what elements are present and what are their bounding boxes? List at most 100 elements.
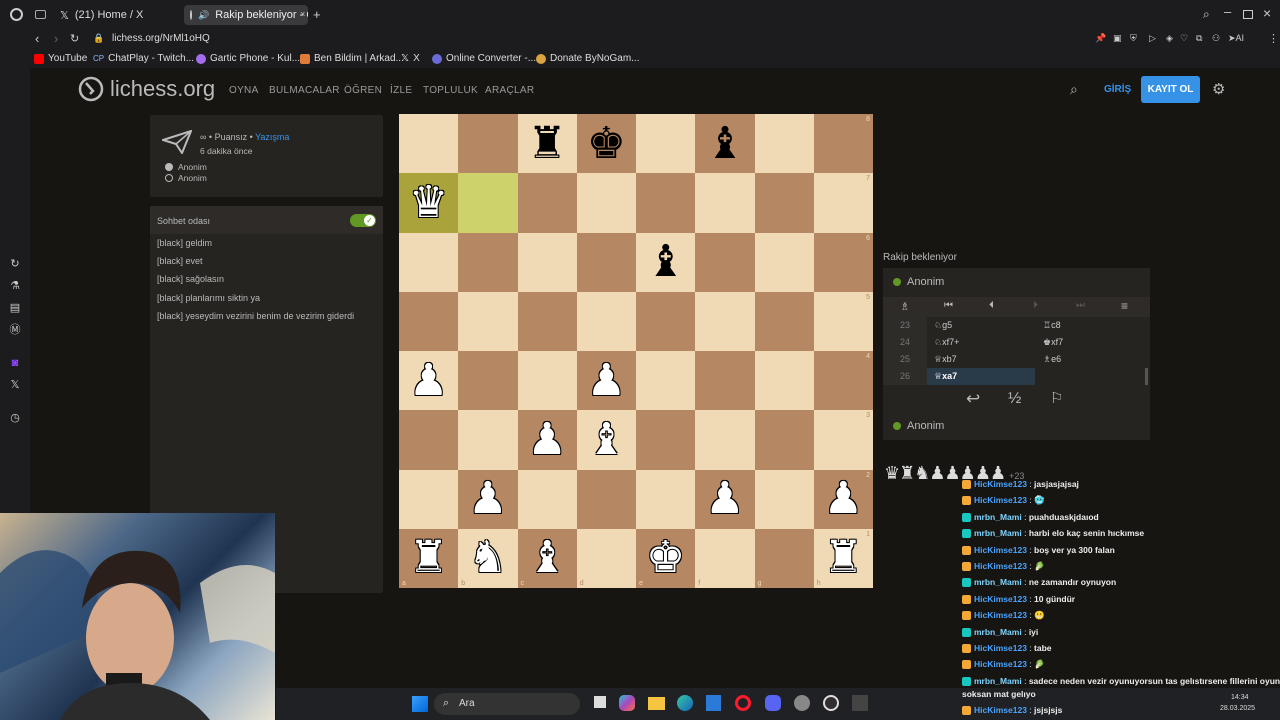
white-pawn-icon[interactable]: ♟ (705, 477, 744, 521)
square-c5[interactable] (517, 291, 577, 351)
square-b6[interactable] (458, 232, 518, 292)
chat-username[interactable]: mrbn_Mami (974, 577, 1022, 587)
chess-board[interactable]: ♜ ♚ ♝ 8 ♛ 7 ♝ 6 5 ♟ ♟ 4 ♟ ♝ 3 ♟ ♟ ♟ 2 ♜ a ♞ b ♝ c d ♚ e f g ♜ 1 h (399, 114, 873, 588)
bookmark-ben-bildim[interactable]: Ben Bildim | Arkad... (300, 53, 404, 64)
close-tab-icon[interactable]: × (300, 9, 305, 19)
white-rook-icon[interactable]: ♜ (409, 536, 448, 580)
white-knight-icon[interactable]: ♞ (468, 536, 507, 580)
white-bishop-icon[interactable]: ♝ (527, 536, 566, 580)
square-a2[interactable] (399, 469, 459, 529)
square-f8[interactable]: ♝ (695, 114, 755, 174)
flask-icon[interactable]: ⚗ (9, 280, 21, 292)
black-move[interactable]: ♚xf7 (1043, 334, 1063, 351)
square-g6[interactable] (754, 232, 814, 292)
square-d7[interactable] (576, 173, 636, 233)
twitch-icon[interactable]: ◙ (9, 357, 21, 369)
x-sidebar-icon[interactable]: 𝕏 (9, 379, 21, 391)
white-pawn-icon[interactable]: ♟ (468, 477, 507, 521)
close-window-icon[interactable]: × (1263, 5, 1271, 21)
player-row[interactable]: Anonim (165, 173, 207, 183)
signup-button[interactable]: KAYIT OL (1141, 76, 1200, 103)
bookmark-donate[interactable]: Donate ByNoGam... (536, 53, 639, 64)
player-row[interactable]: Anonim (165, 162, 207, 172)
tab-x-home[interactable]: 𝕏 (21) Home / X (54, 5, 179, 25)
nav-play[interactable]: OYNA (229, 85, 259, 96)
last-move-icon[interactable]: ⏭ (1076, 300, 1085, 311)
chat-username[interactable]: HicKimse123 (974, 705, 1027, 715)
scrollbar[interactable] (1145, 368, 1148, 385)
bookmark-gartic[interactable]: Gartic Phone - Kul... (196, 53, 300, 64)
play-icon[interactable]: ▷ (1149, 33, 1156, 44)
square-a5[interactable] (399, 291, 459, 351)
square-e4[interactable] (636, 351, 696, 411)
square-e8[interactable] (636, 114, 696, 174)
nav-watch[interactable]: İZLE (390, 85, 412, 96)
square-e7[interactable] (636, 173, 696, 233)
taskbar-search[interactable]: ⌕ Ara (434, 693, 580, 715)
square-e2[interactable] (636, 469, 696, 529)
chat-username[interactable]: HicKimse123 (974, 659, 1027, 669)
black-king-icon[interactable]: ♚ (587, 121, 626, 166)
square-a8[interactable] (399, 114, 459, 174)
browser-menu-icon[interactable] (10, 8, 23, 21)
square-b7[interactable] (458, 173, 518, 233)
history-icon[interactable]: ↻ (9, 258, 21, 270)
bookmark-online-converter[interactable]: Online Converter -... (432, 53, 536, 64)
nav-community[interactable]: TOPLULUK (423, 85, 478, 96)
square-e6[interactable]: ♝ (636, 232, 696, 292)
white-queen-icon[interactable]: ♛ (409, 180, 448, 225)
obs-icon[interactable] (823, 695, 839, 711)
resign-flag-icon[interactable]: ⚐ (1050, 389, 1063, 407)
square-d3[interactable]: ♝ (576, 410, 636, 470)
square-b3[interactable] (458, 410, 518, 470)
search-tabs-icon[interactable]: ⌕ (1203, 7, 1210, 22)
ai-button[interactable]: ➤AI (1228, 33, 1244, 44)
chat-username[interactable]: HicKimse123 (974, 643, 1027, 653)
white-king-icon[interactable]: ♚ (646, 536, 685, 580)
task-view-icon[interactable] (594, 696, 606, 708)
square-g4[interactable] (754, 351, 814, 411)
chat-username[interactable]: HicKimse123 (974, 545, 1027, 555)
minimize-icon[interactable]: – (1224, 4, 1231, 19)
square-f6[interactable] (695, 232, 755, 292)
shield-icon[interactable]: ⛨ (1130, 33, 1137, 44)
square-b2[interactable]: ♟ (458, 469, 518, 529)
square-f5[interactable] (695, 291, 755, 351)
chat-username[interactable]: HicKimse123 (974, 610, 1027, 620)
restore-icon[interactable] (1243, 10, 1253, 19)
black-bishop-icon[interactable]: ♝ (705, 121, 744, 166)
black-move[interactable]: ♗e6 (1043, 351, 1061, 368)
search-icon[interactable]: ⌕ (1070, 81, 1078, 98)
square-b1[interactable]: ♞ b (458, 528, 518, 588)
url-field[interactable]: lichess.org/NrMl1oHQ (112, 33, 210, 44)
nav-tools[interactable]: ARAÇLAR (485, 85, 534, 96)
square-c1[interactable]: ♝ c (517, 528, 577, 588)
camera-icon[interactable]: ▣ (1113, 33, 1122, 44)
pin-icon[interactable]: 📌 (1095, 33, 1106, 44)
store-icon[interactable] (706, 695, 721, 711)
login-button[interactable]: GİRİŞ (1104, 84, 1131, 95)
nav-puzzles[interactable]: BULMACALAR (269, 85, 340, 96)
cube-icon[interactable]: ◈ (1166, 33, 1173, 44)
square-c2[interactable] (517, 469, 577, 529)
square-b8[interactable] (458, 114, 518, 174)
profile-icon[interactable]: ⚇ (1212, 33, 1220, 44)
square-a1[interactable]: ♜ a (399, 528, 459, 588)
discord-icon[interactable] (765, 695, 781, 711)
black-bishop-icon[interactable]: ♝ (646, 240, 685, 284)
white-pawn-icon[interactable]: ♟ (409, 358, 448, 403)
offer-draw-icon[interactable]: ½ (1008, 390, 1021, 408)
square-h7[interactable]: 7 (813, 173, 873, 233)
white-pawn-icon[interactable]: ♟ (587, 358, 626, 403)
white-move[interactable]: ♕xb7 (934, 351, 957, 368)
app-icon[interactable] (794, 695, 810, 711)
first-move-icon[interactable]: ⏮ (944, 300, 953, 311)
square-f3[interactable] (695, 410, 755, 470)
square-h4[interactable]: 4 (813, 351, 873, 411)
chat-username[interactable]: mrbn_Mami (974, 512, 1022, 522)
app-m-icon[interactable]: Ⓜ (9, 324, 21, 336)
square-d2[interactable] (576, 469, 636, 529)
tab-lichess[interactable]: 🔊 Rakip bekleniyor - Oyu (184, 5, 308, 25)
square-d8[interactable]: ♚ (576, 114, 636, 174)
square-b4[interactable] (458, 351, 518, 411)
